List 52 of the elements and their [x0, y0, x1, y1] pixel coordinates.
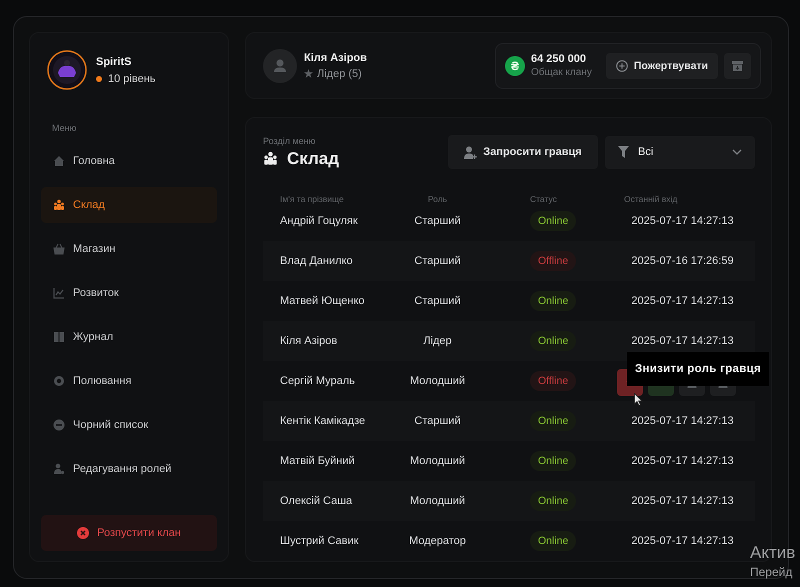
activation-notice: Перейд — [750, 565, 794, 579]
table-cell-text: 2025-07-17 14:27:13 — [630, 215, 735, 227]
currency-badge: ₴ — [504, 56, 525, 76]
status-badge: Online — [530, 531, 576, 551]
status-badge: Online — [530, 451, 576, 471]
table-cell-text: 2025-07-17 14:27:13 — [630, 295, 735, 307]
status-badge: Online — [530, 291, 576, 311]
table-cell-text: Старший — [413, 255, 462, 267]
status-badge: Online — [530, 211, 576, 231]
status-badge: Online — [530, 491, 576, 511]
table-cell-text: Старший — [413, 215, 462, 227]
level-label: 10 рівень — [108, 72, 156, 84]
activation-notice: Актив — [750, 543, 796, 563]
section-caption: Розділ меню — [263, 136, 316, 146]
table-cell-text: Старший — [413, 415, 462, 427]
table-cell-text: Андрій Гоцуляк — [279, 215, 359, 227]
column-header: Роль — [426, 194, 448, 204]
leader-role: Лідер (5) — [317, 68, 362, 80]
treasury-label: Общак клану — [530, 67, 592, 78]
section-title: Склад — [287, 148, 340, 168]
menu-heading: Меню — [52, 123, 78, 133]
column-header: Статус — [529, 194, 558, 204]
table-cell-text: Лідер — [422, 335, 453, 347]
table-cell-text: Сергій Мураль — [279, 375, 356, 387]
table-cell-text: 2025-07-16 17:26:59 — [630, 255, 735, 267]
table-cell-text: Матвей Ющенко — [279, 295, 366, 307]
table-cell-text: 2025-07-17 14:27:13 — [630, 535, 735, 547]
table-cell-text: Модератор — [408, 535, 467, 547]
table-cell-text: Влад Данилко — [279, 255, 354, 267]
table-cell-text: Молодший — [408, 455, 466, 467]
table-cell-text: Молодший — [408, 495, 466, 507]
table-cell-text: 2025-07-17 14:27:13 — [630, 455, 735, 467]
player-name: SpiritS — [96, 56, 132, 68]
status-badge: Online — [530, 331, 576, 351]
table-cell-text: 2025-07-17 14:27:13 — [630, 495, 735, 507]
leader-name: Кіля Азіров — [304, 52, 367, 64]
status-badge: Offline — [530, 371, 576, 391]
status-badge: Offline — [530, 251, 576, 271]
table-cell-text: 2025-07-17 14:27:13 — [630, 415, 735, 427]
column-header: Останній вхід — [623, 194, 678, 204]
status-badge: Online — [530, 411, 576, 431]
table-cell-text: 2025-07-17 14:27:13 — [630, 335, 735, 347]
table-cell-text: Кіля Азіров — [279, 335, 338, 347]
table-cell-text: Кентік Камікадзе — [279, 415, 366, 427]
table-cell-text: Олексій Саша — [279, 495, 354, 507]
table-cell-text: Молодший — [408, 375, 466, 387]
table-cell-text: Старший — [413, 295, 462, 307]
table-cell-text: Шустрий Савик — [279, 535, 360, 547]
treasury-amount: 64 250 000 — [530, 53, 588, 65]
table-cell-text: Матвій Буйний — [279, 455, 356, 467]
tooltip: Знизити роль гравця — [627, 352, 769, 386]
column-header: Ім'я та прізвище — [279, 194, 345, 204]
